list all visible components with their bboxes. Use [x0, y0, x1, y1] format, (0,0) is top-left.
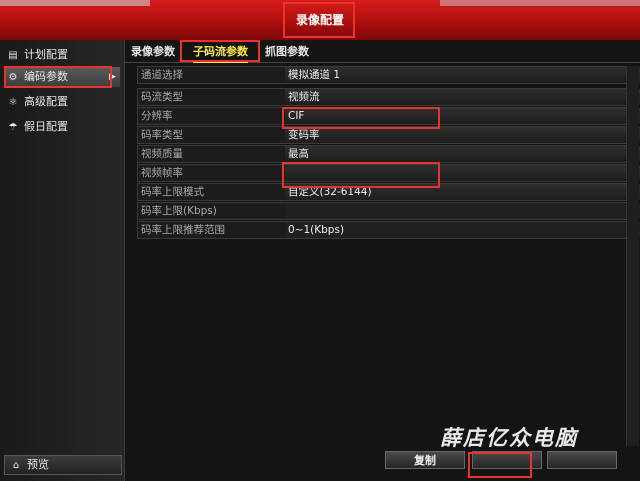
setting-label: 码率类型 [138, 127, 288, 143]
tab-record-params[interactable]: 录像参数 [131, 43, 175, 61]
setting-row-channel: 通道选择 模拟通道 1▼ [137, 66, 640, 84]
bitrate-range-value: 0~1(Kbps) [285, 222, 640, 238]
copy-button[interactable]: 复制 [385, 451, 465, 469]
setting-row-stream-type: 码流类型 视频流▼ [137, 88, 640, 106]
setting-value: 变码率 [288, 129, 320, 141]
setting-label: 视频质量 [138, 146, 288, 162]
bitrate-type-select[interactable]: 变码率▼ [285, 127, 640, 143]
setting-label: 分辨率 [138, 108, 288, 124]
stream-type-select[interactable]: 视频流▼ [285, 89, 640, 105]
sidebar-item-label: 假日配置 [24, 120, 68, 133]
setting-row-frame-rate: 视频帧率 ▼ [137, 164, 640, 182]
sidebar-item-label: 编码参数 [24, 70, 68, 83]
tab-substream-params[interactable]: 子码流参数 [193, 43, 248, 63]
channel-select[interactable]: 模拟通道 1▼ [285, 67, 640, 83]
setting-row-bitrate-range: 码率上限推荐范围 0~1(Kbps) [137, 221, 640, 239]
sidebar-item-holiday[interactable]: ☂ 假日配置 [6, 117, 120, 137]
schedule-icon: ▤ [8, 50, 18, 61]
preview-button[interactable]: ⌂ 预览 [4, 455, 122, 475]
setting-row-bitrate-type: 码率类型 变码率▼ [137, 126, 640, 144]
setting-row-video-quality: 视频质量 最高▼ [137, 145, 640, 163]
setting-label: 码率上限推荐范围 [138, 222, 288, 238]
setting-label: 码率上限模式 [138, 184, 288, 200]
holiday-icon: ☂ [8, 122, 18, 133]
setting-label: 码率上限(Kbps) [138, 203, 288, 219]
setting-value: 模拟通道 1 [288, 69, 341, 81]
apply-button[interactable] [472, 451, 542, 469]
setting-label: 码流类型 [138, 89, 288, 105]
sidebar-item-schedule[interactable]: ▤ 计划配置 [6, 45, 120, 65]
tab-bar: 录像参数 子码流参数 抓图参数 [125, 40, 640, 63]
bitrate-mode-select[interactable]: 自定义(32-6144)▼ [285, 184, 640, 200]
setting-value: 0~1(Kbps) [288, 224, 345, 236]
advanced-icon: ⚛ [8, 97, 18, 108]
sidebar-item-advanced[interactable]: ⚛ 高级配置 [6, 92, 120, 112]
setting-row-resolution: 分辨率 CIF▼ [137, 107, 640, 125]
sidebar: ▤ 计划配置 ⚙ 编码参数 ▶ ⚛ 高级配置 ☂ 假日配置 ⌂ 预览 [0, 40, 125, 481]
chevron-right-icon: ▶ [109, 72, 116, 82]
setting-label: 视频帧率 [138, 165, 288, 181]
setting-value: 自定义(32-6144) [288, 186, 372, 198]
watermark-text: 薛店亿众电脑 [440, 425, 578, 450]
setting-row-bitrate-mode: 码率上限模式 自定义(32-6144)▼ [137, 183, 640, 201]
setting-label: 通道选择 [138, 67, 288, 83]
setting-row-bitrate-limit: 码率上限(Kbps) [137, 202, 640, 220]
main-panel: 录像参数 子码流参数 抓图参数 通道选择 模拟通道 1▼ 码流类型 视频流▼ 分… [125, 40, 640, 481]
tab-capture-params[interactable]: 抓图参数 [265, 43, 309, 61]
gear-icon: ⚙ [8, 72, 18, 83]
back-button[interactable] [547, 451, 617, 469]
sidebar-item-encoding[interactable]: ⚙ 编码参数 ▶ [6, 67, 120, 87]
window-title: 录像配置 [295, 13, 344, 27]
setting-value: 视频流 [288, 91, 320, 103]
setting-value: CIF [288, 110, 305, 122]
home-icon: ⌂ [12, 460, 20, 471]
resolution-select[interactable]: CIF▼ [285, 108, 640, 124]
bitrate-limit-input[interactable] [285, 203, 640, 219]
sidebar-item-label: 高级配置 [24, 95, 68, 108]
setting-value: 最高 [288, 148, 309, 160]
scrollbar[interactable] [626, 66, 639, 446]
title-bar: 录像配置 [0, 0, 640, 40]
frame-rate-select[interactable]: ▼ [285, 165, 640, 181]
preview-label: 预览 [27, 458, 49, 471]
video-quality-select[interactable]: 最高▼ [285, 146, 640, 162]
sidebar-item-label: 计划配置 [24, 48, 68, 61]
